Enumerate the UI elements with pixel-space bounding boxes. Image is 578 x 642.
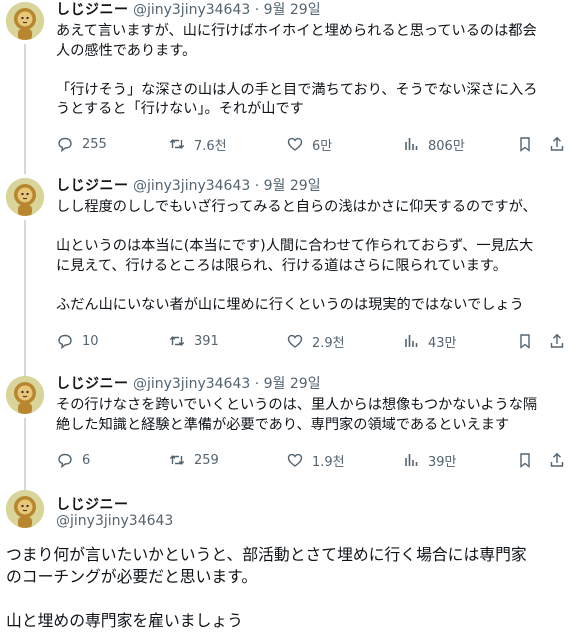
timestamp[interactable]: 9월 29일 bbox=[264, 178, 321, 194]
thread-connector bbox=[24, 418, 26, 490]
like-button[interactable]: 6만 bbox=[286, 134, 332, 154]
action-bar: 6 259 1.9천 39만 bbox=[56, 450, 570, 470]
share-upload-icon bbox=[548, 332, 566, 350]
bar-chart-icon bbox=[402, 332, 420, 350]
share-button[interactable] bbox=[548, 331, 574, 351]
handle[interactable]: @jiny3jiny34643 bbox=[133, 2, 250, 18]
tweet-1[interactable]: しじジニー @jiny3jiny34643 · 9월 29일 あえて言いますが、… bbox=[0, 0, 578, 174]
handle[interactable]: @jiny3jiny34643 bbox=[133, 178, 250, 194]
share-button[interactable] bbox=[548, 134, 574, 154]
tweet-2[interactable]: しじジニー @jiny3jiny34643 · 9월 29일 しし程度のししでも… bbox=[0, 176, 578, 376]
share-upload-icon bbox=[548, 135, 566, 153]
action-bar: 10 391 2.9천 43만 bbox=[56, 331, 570, 351]
tweet-3[interactable]: しじジニー @jiny3jiny34643 · 9월 29일 その行けなさを跨い… bbox=[0, 374, 578, 490]
bar-chart-icon bbox=[402, 135, 420, 153]
bookmark-button[interactable] bbox=[516, 134, 542, 154]
retweet-button[interactable]: 259 bbox=[168, 450, 219, 470]
view-count: 43만 bbox=[428, 335, 457, 351]
timestamp[interactable]: 9월 29일 bbox=[264, 376, 321, 392]
heart-icon bbox=[286, 332, 304, 350]
avatar[interactable] bbox=[6, 376, 44, 414]
tweet-thread: しじジニー @jiny3jiny34643 · 9월 29일 あえて言いますが、… bbox=[0, 0, 578, 642]
retweet-count: 259 bbox=[194, 452, 219, 468]
reply-count: 6 bbox=[82, 452, 91, 468]
speech-bubble-icon bbox=[56, 135, 74, 153]
lion-mascot-icon bbox=[6, 376, 44, 414]
avatar[interactable] bbox=[6, 178, 44, 216]
like-button[interactable]: 1.9천 bbox=[286, 450, 345, 470]
main-tweet-text: つまり何が言いたいかというと、部活動とさて埋めに行く場合には専門家 のコーチング… bbox=[6, 545, 527, 630]
share-button[interactable] bbox=[548, 450, 574, 470]
thread-connector bbox=[24, 44, 26, 174]
speech-bubble-icon bbox=[56, 332, 74, 350]
retweet-count: 7.6천 bbox=[194, 138, 227, 154]
lion-mascot-icon bbox=[6, 490, 44, 528]
timestamp[interactable]: 9월 29일 bbox=[264, 2, 321, 18]
retweet-count: 391 bbox=[194, 333, 219, 349]
bookmark-icon bbox=[516, 451, 534, 469]
handle[interactable]: @jiny3jiny34643 bbox=[133, 376, 250, 392]
avatar[interactable] bbox=[6, 490, 44, 528]
heart-icon bbox=[286, 135, 304, 153]
reply-button[interactable]: 10 bbox=[56, 331, 99, 351]
heart-icon bbox=[286, 451, 304, 469]
lion-mascot-icon bbox=[6, 178, 44, 216]
retweet-button[interactable]: 7.6천 bbox=[168, 134, 227, 154]
bookmark-button[interactable] bbox=[516, 450, 542, 470]
reply-button[interactable]: 255 bbox=[56, 134, 107, 154]
thread-connector bbox=[24, 220, 26, 376]
tweet-header: しじジニー @jiny3jiny34643 · 9월 29일 bbox=[56, 2, 321, 18]
view-count: 39만 bbox=[428, 454, 457, 470]
share-upload-icon bbox=[548, 451, 566, 469]
reply-button[interactable]: 6 bbox=[56, 450, 90, 470]
lion-mascot-icon bbox=[6, 2, 44, 40]
reply-count: 10 bbox=[82, 333, 99, 349]
retweet-arrows-icon bbox=[168, 135, 186, 153]
handle[interactable]: @jiny3jiny34643 bbox=[56, 513, 173, 529]
views-button[interactable]: 39만 bbox=[402, 450, 457, 470]
bar-chart-icon bbox=[402, 451, 420, 469]
retweet-arrows-icon bbox=[168, 451, 186, 469]
tweet-text: しし程度のししでもいざ行ってみると自らの浅はかさに仰天するのですが、 山というの… bbox=[56, 199, 537, 313]
views-button[interactable]: 806만 bbox=[402, 134, 465, 154]
display-name[interactable]: しじジニー bbox=[56, 178, 129, 194]
view-count: 806만 bbox=[428, 138, 465, 154]
retweet-button[interactable]: 391 bbox=[168, 331, 219, 351]
like-count: 1.9천 bbox=[312, 454, 345, 470]
bookmark-icon bbox=[516, 135, 534, 153]
like-count: 2.9천 bbox=[312, 335, 345, 351]
bookmark-icon bbox=[516, 332, 534, 350]
tweet-header: しじジニー @jiny3jiny34643 · 9월 29일 bbox=[56, 376, 321, 392]
display-name[interactable]: しじジニー bbox=[56, 2, 129, 18]
display-name[interactable]: しじジニー bbox=[56, 376, 129, 392]
like-count: 6만 bbox=[312, 138, 333, 154]
reply-count: 255 bbox=[82, 136, 107, 152]
tweet-header: しじジニー @jiny3jiny34643 · 9월 29일 bbox=[56, 178, 321, 194]
avatar[interactable] bbox=[6, 2, 44, 40]
action-bar: 255 7.6천 6만 806만 bbox=[56, 134, 570, 154]
bookmark-button[interactable] bbox=[516, 331, 542, 351]
tweet-text: あえて言いますが、山に行けばホイホイと埋められると思っているのは都会 人の感性で… bbox=[56, 23, 538, 117]
like-button[interactable]: 2.9천 bbox=[286, 331, 345, 351]
speech-bubble-icon bbox=[56, 451, 74, 469]
retweet-arrows-icon bbox=[168, 332, 186, 350]
display-name[interactable]: しじジニー bbox=[56, 494, 129, 514]
tweet-text: その行けなさを跨いでいくというのは、里人からは想像もつかないような隔 絶した知識… bbox=[56, 397, 538, 433]
views-button[interactable]: 43만 bbox=[402, 331, 457, 351]
